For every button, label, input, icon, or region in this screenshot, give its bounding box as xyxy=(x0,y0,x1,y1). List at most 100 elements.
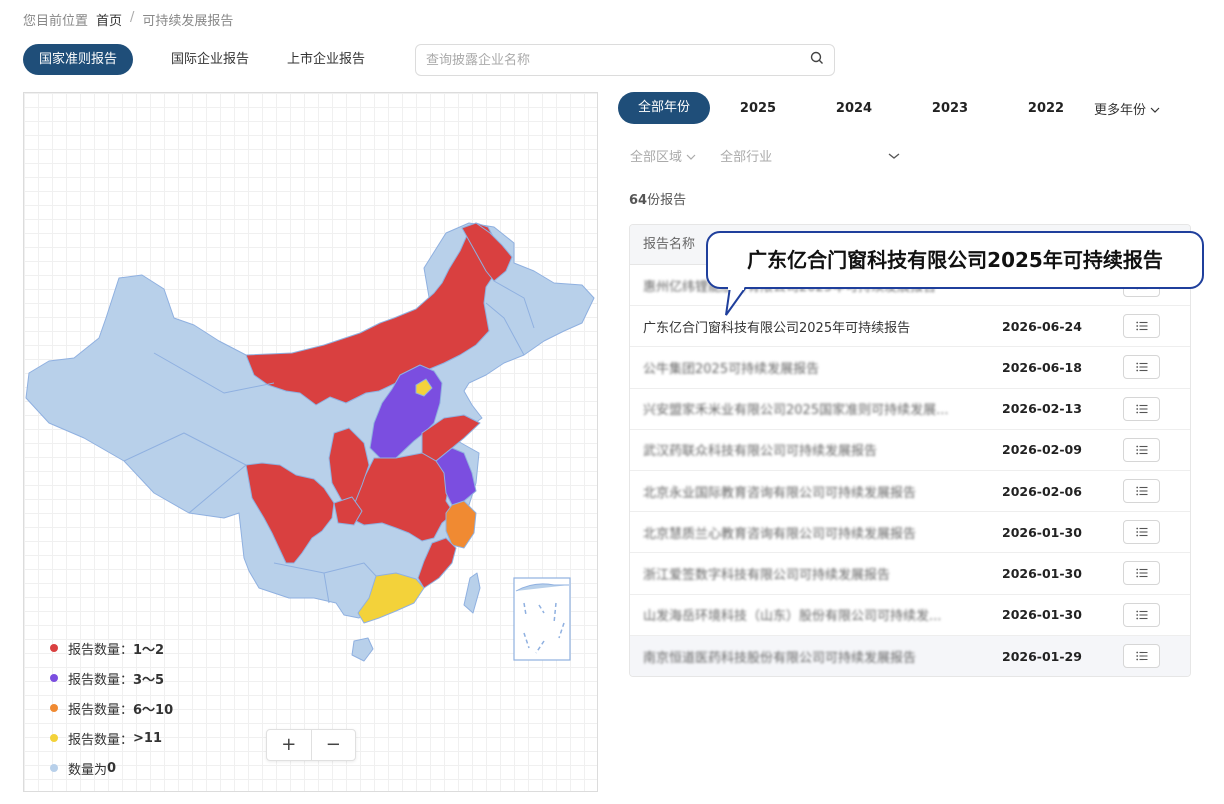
report-date: 2026-06-18 xyxy=(1002,359,1082,375)
industry-select[interactable]: 全部行业 xyxy=(720,146,900,165)
legend-range: 0 xyxy=(107,760,117,776)
chevron-down-icon xyxy=(888,152,900,159)
list-icon-button[interactable] xyxy=(1123,437,1160,462)
table-row[interactable]: 山发海岳环境科技（山东）股份有限公司可持续发... 2026-01-30 xyxy=(630,595,1190,636)
map-region-base[interactable] xyxy=(25,222,595,619)
list-icon-button[interactable] xyxy=(1123,314,1160,339)
filters-row: 全部区域 全部行业 xyxy=(630,146,924,165)
report-name-link[interactable]: 山发海岳环境科技（山东）股份有限公司可持续发... xyxy=(630,605,988,624)
breadcrumb-home-link[interactable]: 首页 xyxy=(96,10,122,29)
list-icon-button[interactable] xyxy=(1123,355,1160,380)
list-icon xyxy=(1135,486,1147,496)
list-icon xyxy=(1135,610,1147,619)
list-icon-button[interactable] xyxy=(1123,479,1160,504)
report-name-link[interactable]: 南京恒道医药科技股份有限公司可持续发展报告 xyxy=(630,647,988,666)
breadcrumb-current: 可持续发展报告 xyxy=(142,14,234,29)
list-icon xyxy=(1135,445,1147,455)
list-icon-button[interactable] xyxy=(1123,561,1160,586)
list-icon-button[interactable] xyxy=(1123,644,1160,669)
table-row[interactable]: 北京永业国际教育咨询有限公司可持续发展报告 2026-02-06 xyxy=(630,471,1190,513)
map-region-zhejiang[interactable] xyxy=(445,500,477,549)
report-date: 2026-01-29 xyxy=(1002,648,1082,664)
legend-range: 1～2 xyxy=(133,642,165,658)
legend-label: 报告数量： xyxy=(68,702,134,718)
list-icon-button[interactable] xyxy=(1123,602,1160,627)
search-input[interactable] xyxy=(426,52,810,68)
legend-item-3-5: 报告数量： 3～5 xyxy=(50,663,173,693)
legend-dot-yellow xyxy=(50,734,58,742)
tab-international[interactable]: 国际企业报告 xyxy=(171,44,249,75)
list-icon xyxy=(1135,651,1147,661)
table-row[interactable]: 南京恒道医药科技股份有限公司可持续发展报告 2026-01-29 xyxy=(630,635,1190,676)
search-box xyxy=(415,44,835,76)
breadcrumb-prefix: 您目前位置 xyxy=(23,14,89,29)
more-years-dropdown[interactable]: 更多年份 xyxy=(1094,99,1160,118)
year-2023-button[interactable]: 2023 xyxy=(902,101,998,116)
report-type-tabs: 国家准则报告 国际企业报告 上市企业报告 xyxy=(23,44,365,75)
list-icon xyxy=(1135,321,1147,331)
legend-item-1-2: 报告数量： 1～2 xyxy=(50,633,173,663)
year-filter: 全部年份 2025 2024 2023 2022 更多年份 xyxy=(618,92,1190,124)
report-name-link[interactable]: 广东亿合门窗科技有限公司2025年可持续报告 xyxy=(630,317,988,336)
table-row[interactable]: 广东亿合门窗科技有限公司2025年可持续报告 2026-06-24 xyxy=(630,306,1190,348)
chevron-down-icon xyxy=(686,154,696,160)
report-date: 2026-01-30 xyxy=(1002,524,1082,540)
tooltip-pointer xyxy=(725,287,747,316)
legend-range: >11 xyxy=(133,730,162,746)
legend-item-over-11: 报告数量： >11 xyxy=(50,723,173,753)
map-legend: 报告数量： 1～2 报告数量： 3～5 报告数量： 6～10 报告数量： >11 数量为… xyxy=(50,633,173,783)
tab-national-standard[interactable]: 国家准则报告 xyxy=(23,44,134,75)
report-name-link[interactable]: 浙江爱签数字科技有限公司可持续发展报告 xyxy=(630,564,988,583)
zoom-out-button[interactable]: − xyxy=(312,730,356,760)
list-icon xyxy=(1135,404,1147,414)
report-count-suffix: 份报告 xyxy=(647,193,687,208)
breadcrumb-separator: / xyxy=(130,10,135,25)
industry-select-label: 全部行业 xyxy=(720,150,773,165)
map-region-hainan[interactable] xyxy=(351,637,374,662)
zoom-in-button[interactable]: + xyxy=(267,730,312,760)
list-icon xyxy=(1135,527,1147,537)
map-region-taiwan[interactable] xyxy=(463,572,481,614)
breadcrumb: 您目前位置 首页 / 可持续发展报告 xyxy=(23,10,233,29)
report-name-link[interactable]: 北京慧质兰心教育咨询有限公司可持续发展报告 xyxy=(630,523,988,542)
list-icon xyxy=(1135,569,1147,578)
report-date: 2026-01-30 xyxy=(1002,607,1082,623)
region-select-label: 全部区域 xyxy=(630,150,683,165)
table-row[interactable]: 浙江爱签数字科技有限公司可持续发展报告 2026-01-30 xyxy=(630,553,1190,595)
list-icon-button[interactable] xyxy=(1123,396,1160,421)
table-row[interactable]: 公牛集团2025可持续发展报告 2026-06-18 xyxy=(630,347,1190,389)
year-all-button[interactable]: 全部年份 xyxy=(618,92,710,124)
report-table: 报告名称 惠州亿纬锂能股份有限公司2025年可持续发展报告广东亿合门窗科技有限公… xyxy=(629,224,1191,677)
report-date: 2026-06-24 xyxy=(1002,318,1082,334)
map-zoom-control: + − xyxy=(266,729,356,761)
report-name-link[interactable]: 兴安盟家禾米业有限公司2025国家准则可持续发展... xyxy=(630,399,988,418)
year-2024-button[interactable]: 2024 xyxy=(806,101,902,116)
tab-listed[interactable]: 上市企业报告 xyxy=(287,44,365,75)
table-row[interactable]: 武汉药联众科技有限公司可持续发展报告 2026-02-09 xyxy=(630,430,1190,471)
list-icon-button[interactable] xyxy=(1123,520,1160,545)
report-date: 2026-01-30 xyxy=(1002,565,1082,581)
more-years-label: 更多年份 xyxy=(1094,102,1147,118)
legend-item-6-10: 报告数量： 6～10 xyxy=(50,693,173,723)
report-name-link[interactable]: 武汉药联众科技有限公司可持续发展报告 xyxy=(630,440,988,459)
report-count: 64份报告 xyxy=(629,189,686,208)
report-name-link[interactable]: 公牛集团2025可持续发展报告 xyxy=(630,358,988,377)
year-2022-button[interactable]: 2022 xyxy=(998,101,1094,116)
table-row[interactable]: 北京慧质兰心教育咨询有限公司可持续发展报告 2026-01-30 xyxy=(630,512,1190,554)
legend-label: 数量为 xyxy=(68,762,108,778)
legend-label: 报告数量： xyxy=(68,642,134,658)
legend-dot-orange xyxy=(50,704,58,712)
report-name-tooltip: 广东亿合门窗科技有限公司2025年可持续报告 xyxy=(706,231,1204,289)
legend-range: 3～5 xyxy=(133,672,165,688)
search-icon[interactable] xyxy=(810,51,824,69)
report-date: 2026-02-13 xyxy=(1002,401,1082,417)
legend-dot-blue xyxy=(50,764,58,772)
chevron-down-icon xyxy=(1150,107,1160,113)
table-row[interactable]: 兴安盟家禾米业有限公司2025国家准则可持续发展... 2026-02-13 xyxy=(630,389,1190,430)
region-select[interactable]: 全部区域 xyxy=(630,146,696,165)
report-count-number: 64 xyxy=(629,193,648,208)
legend-item-zero: 数量为 0 xyxy=(50,753,173,783)
year-2025-button[interactable]: 2025 xyxy=(710,101,806,116)
legend-dot-red xyxy=(50,644,58,652)
report-name-link[interactable]: 北京永业国际教育咨询有限公司可持续发展报告 xyxy=(630,482,988,501)
